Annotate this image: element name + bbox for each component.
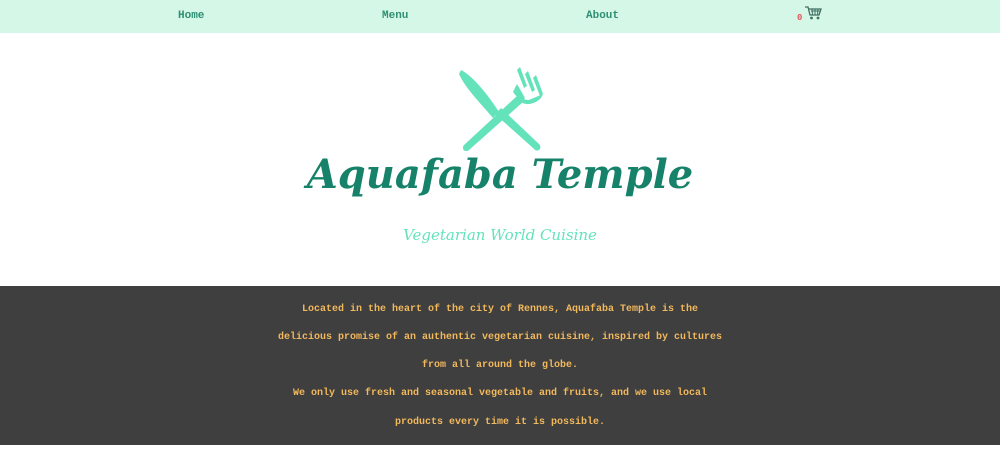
info-text-line: We only use fresh and seasonal vegetable… [292,388,708,399]
shopping-cart-icon [804,5,822,26]
about-info-section: Located in the heart of the city of Renn… [0,286,1000,445]
nav-home-link[interactable]: Home [178,10,204,22]
info-text-line: Located in the heart of the city of Renn… [301,304,699,315]
info-text-line: delicious promise of an authentic vegeta… [277,332,723,343]
hero-section: Aquafaba Temple Vegetarian World Cuisine [0,33,1000,286]
restaurant-tagline: Vegetarian World Cuisine [403,226,597,244]
crossed-knife-fork-icon [455,66,547,157]
info-text-line: from all around the globe. [421,360,579,371]
cart-count-badge: 0 [797,13,803,23]
cart-button[interactable]: 0 [797,5,827,25]
top-navbar: Home Menu About 0 [0,0,1000,33]
nav-about-link[interactable]: About [586,10,619,22]
nav-menu-link[interactable]: Menu [382,10,408,22]
restaurant-name: Aquafaba Temple [306,151,694,198]
info-text-line: products every time it is possible. [394,417,606,428]
